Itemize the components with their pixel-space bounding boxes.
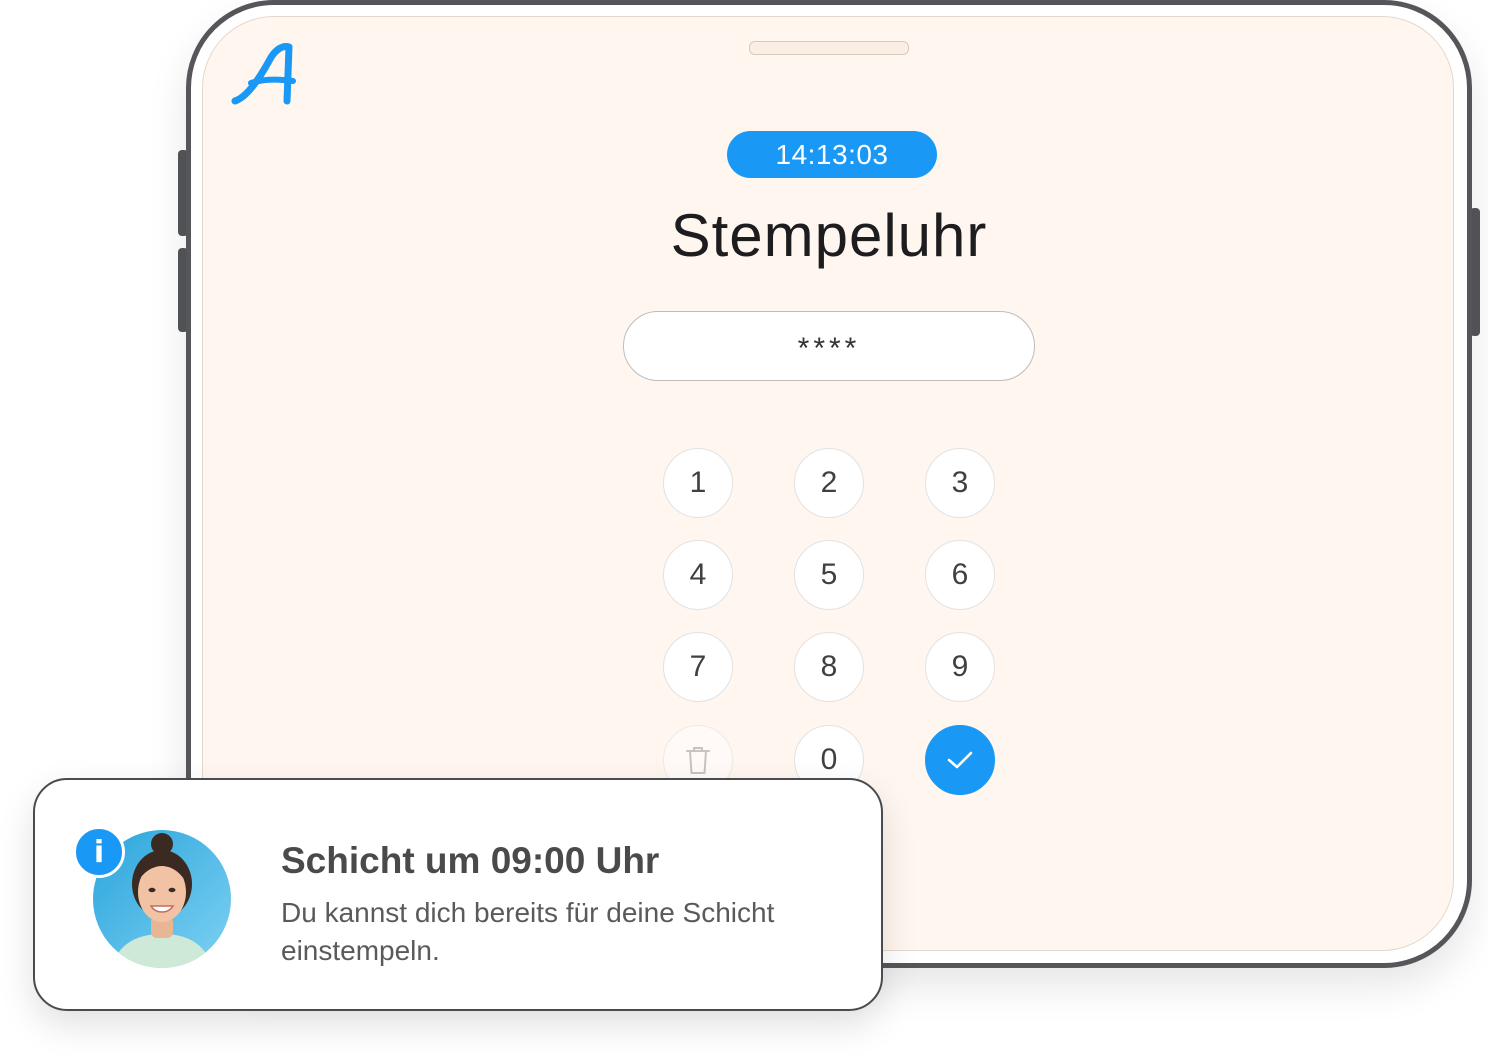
key-9[interactable]: 9 (925, 632, 995, 702)
key-2[interactable]: 2 (794, 448, 864, 518)
confirm-button[interactable] (925, 725, 995, 795)
key-4[interactable]: 4 (663, 540, 733, 610)
camera-bar (749, 41, 909, 55)
pin-input[interactable]: **** (623, 311, 1035, 381)
notification-message: Du kannst dich bereits für deine Schicht… (281, 897, 775, 966)
key-1[interactable]: 1 (663, 448, 733, 518)
key-3[interactable]: 3 (925, 448, 995, 518)
key-5[interactable]: 5 (794, 540, 864, 610)
current-time-badge: 14:13:03 (727, 131, 937, 178)
key-8[interactable]: 8 (794, 632, 864, 702)
check-icon (947, 751, 973, 769)
key-7[interactable]: 7 (663, 632, 733, 702)
brand-logo (231, 43, 296, 105)
page-title: Stempeluhr (670, 202, 988, 269)
info-icon: i (73, 826, 125, 878)
key-6[interactable]: 6 (925, 540, 995, 610)
shift-notification[interactable]: i Schicht um 09:00 Uhr Du kannst dich be… (33, 778, 883, 1011)
trash-icon (686, 747, 710, 774)
notification-title: Schicht um 09:00 Uhr (281, 840, 660, 881)
stage: 14:13:03 Stempeluhr **** 1 2 3 4 5 6 7 8… (0, 0, 1488, 1062)
